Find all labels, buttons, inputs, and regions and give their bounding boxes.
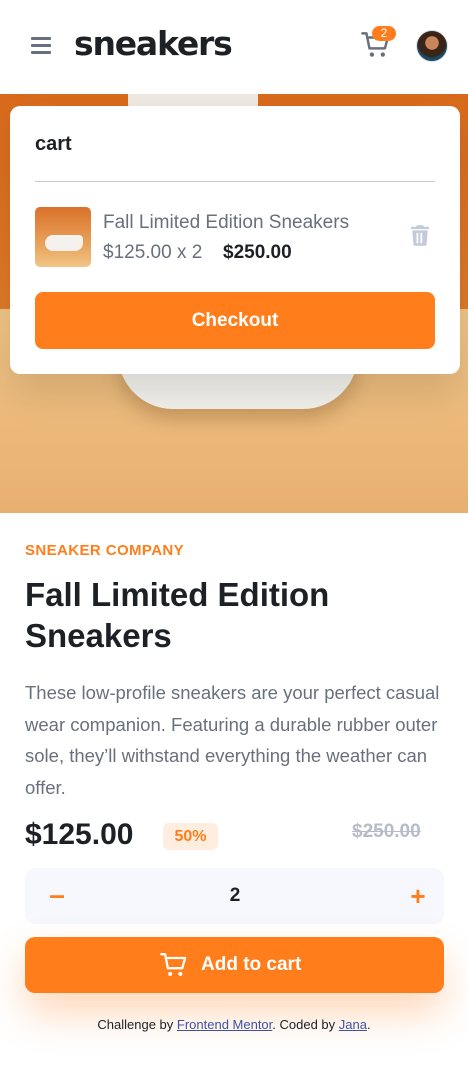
- minus-icon[interactable]: –: [37, 868, 77, 924]
- discount-badge: 50%: [163, 823, 218, 850]
- attribution-prefix: Challenge by: [97, 1017, 177, 1032]
- cart-item-name: Fall Limited Edition Sneakers: [103, 212, 350, 233]
- original-price: $250.00: [352, 821, 421, 842]
- cart-count-badge: 2: [372, 26, 396, 41]
- author-link[interactable]: Jana: [339, 1017, 367, 1032]
- cart-item-thumbnail: [35, 207, 91, 267]
- attribution-middle: . Coded by: [272, 1017, 339, 1032]
- attribution-suffix: .: [366, 1017, 371, 1032]
- cart-item-total: $250.00: [223, 242, 292, 263]
- menu-icon[interactable]: [31, 37, 51, 57]
- product-title: Fall Limited Edition Sneakers: [25, 576, 330, 654]
- trash-icon[interactable]: [411, 225, 429, 246]
- quantity-value: 2: [229, 885, 241, 906]
- header: sneakers 2: [0, 0, 468, 94]
- cart-divider: [35, 181, 435, 182]
- cart-item-price-qty: $125.00 x 2: [103, 242, 203, 263]
- checkout-button[interactable]: Checkout: [35, 292, 435, 349]
- current-price: $125.00: [25, 818, 134, 851]
- cart-popover: cart Fall Limited Edition Sneakers $125.…: [10, 106, 460, 374]
- company-name: SNEAKER COMPANY: [25, 542, 185, 559]
- cart-icon: [160, 951, 188, 979]
- frontend-mentor-link[interactable]: Frontend Mentor: [177, 1017, 272, 1032]
- cart-title: cart: [35, 133, 72, 155]
- quantity-stepper: – 2 +: [25, 868, 444, 924]
- plus-icon[interactable]: +: [398, 868, 438, 924]
- avatar[interactable]: [416, 30, 448, 62]
- product-description: These low-profile sneakers are your perf…: [25, 682, 440, 798]
- add-to-cart-button[interactable]: Add to cart: [25, 937, 444, 993]
- logo[interactable]: sneakers: [74, 22, 233, 66]
- attribution: Challenge by Frontend Mentor. Coded by J…: [0, 1017, 468, 1032]
- add-to-cart-label: Add to cart: [201, 954, 302, 975]
